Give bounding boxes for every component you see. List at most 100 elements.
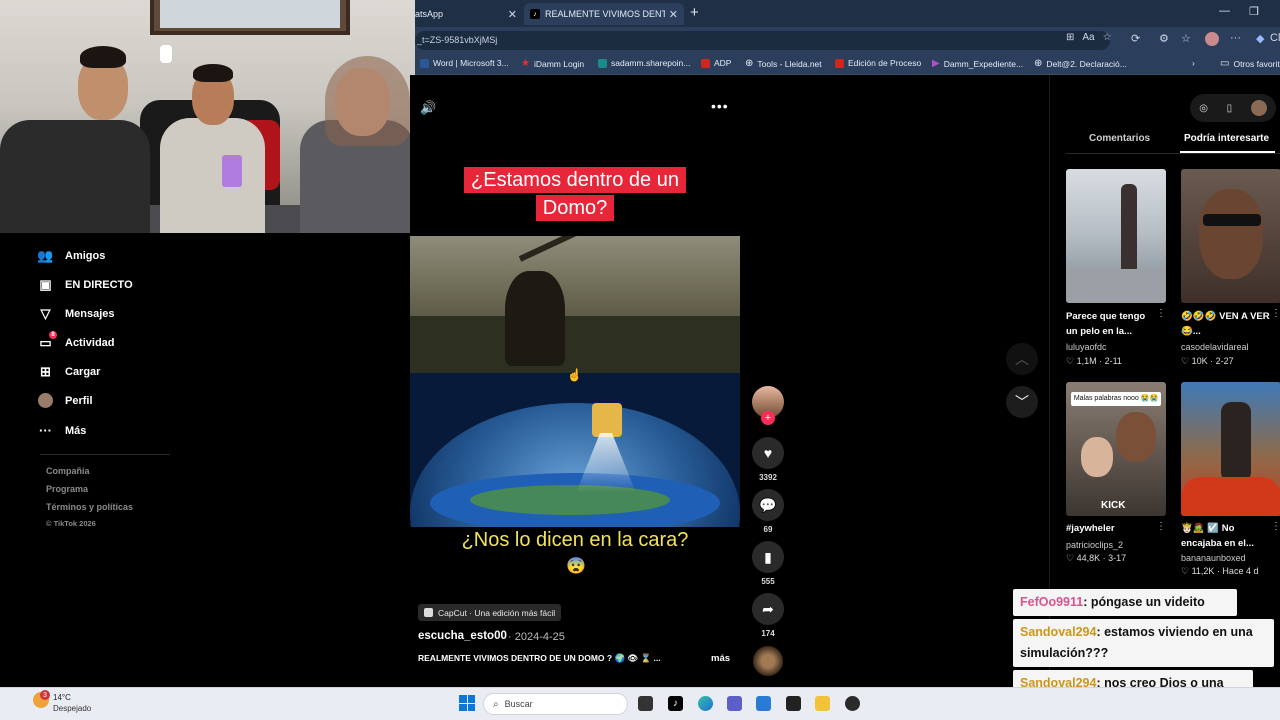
close-tab-icon[interactable]: ✕ <box>669 8 678 21</box>
sidebar-item-amigos[interactable]: 👥 Amigos <box>37 248 106 263</box>
capcut-label[interactable]: CapCut · Una edición más fácil <box>418 604 562 621</box>
address-bar[interactable]: _t=ZS-9581vbXjMSj <box>415 31 1110 50</box>
bookmark-icon[interactable]: ▮ <box>752 541 784 573</box>
minimize-icon[interactable]: — <box>1219 5 1230 17</box>
video-thumbnail[interactable] <box>1066 169 1166 303</box>
card-title[interactable]: 🤴🏻🧟 ☑️ No encajaba en el... <box>1181 521 1273 551</box>
tab-comentarios[interactable]: Comentarios <box>1089 133 1150 144</box>
footer-program-link[interactable]: Programa <box>46 484 88 494</box>
video-thumbnail[interactable]: Malas palabras nooo 😭😭 KICK <box>1066 382 1166 516</box>
maximize-icon[interactable]: ❐ <box>1249 5 1259 18</box>
sidebar-item-mas[interactable]: ··· Más <box>38 423 86 438</box>
previous-video-button[interactable]: ︿ <box>1006 343 1038 375</box>
card-likes: ♡ 1,1M · 2-11 <box>1066 356 1122 367</box>
file-explorer-icon[interactable] <box>815 696 830 711</box>
refresh-icon[interactable]: ⟳ <box>1131 32 1140 45</box>
windows-start-icon[interactable] <box>459 695 475 711</box>
card-more-icon[interactable]: ⋮ <box>1156 308 1166 319</box>
like-action[interactable]: ♥ 3392 <box>752 437 784 482</box>
sharepoint-icon <box>598 58 607 68</box>
card-user[interactable]: patricioclips_2 <box>1066 540 1123 550</box>
weather-temp: 14°C <box>53 693 71 702</box>
video-author[interactable]: escucha_esto00 <box>418 630 507 642</box>
video-frame-top <box>410 236 740 373</box>
tab-whatsapp[interactable]: atsApp ✕ <box>415 3 523 25</box>
water <box>1066 269 1166 303</box>
obs-icon[interactable] <box>845 696 860 711</box>
copilot-icon[interactable]: ◆ <box>1256 32 1264 45</box>
volume-icon[interactable]: 🔊 <box>420 100 436 116</box>
bookmark-otros[interactable]: ▭ Otros favorit <box>1220 58 1280 69</box>
bookmark-word[interactable]: Word | Microsoft 3... <box>420 58 509 68</box>
footer-company-link[interactable]: Compañía <box>46 466 90 476</box>
folder-icon: ▭ <box>1220 58 1230 69</box>
tab-tiktok[interactable]: ♪ REALMENTE VIVIMOS DENTRO DE ✕ <box>524 3 684 25</box>
bookmark-adp[interactable]: ADP <box>701 58 731 68</box>
person-silhouette <box>1221 402 1251 482</box>
music-disc-icon[interactable] <box>753 646 783 676</box>
card-user[interactable]: luluyaofdc <box>1066 342 1107 352</box>
edge-icon[interactable] <box>698 696 713 711</box>
translate-icon[interactable]: Aa <box>1082 32 1094 43</box>
share-icon[interactable]: ➦ <box>752 593 784 625</box>
more-menu-icon[interactable]: ··· <box>1230 32 1241 44</box>
heart-icon[interactable]: ♥ <box>752 437 784 469</box>
user-avatar[interactable] <box>1250 100 1267 116</box>
tiktok-app-icon[interactable]: ♪ <box>668 696 683 711</box>
sidebar-item-actividad[interactable]: ▭ 8 Actividad <box>38 331 115 350</box>
app-icon[interactable] <box>786 696 801 711</box>
tab-podria-interesarte[interactable]: Podría interesarte <box>1184 133 1269 144</box>
bookmarks-overflow-icon[interactable]: › <box>1192 58 1195 68</box>
comment-icon[interactable]: 💬 <box>752 489 784 521</box>
sidebar-item-cargar[interactable]: ⊞ Cargar <box>38 364 100 379</box>
bookmark-damm[interactable]: ▶ Damm_Expediente... <box>932 58 1023 69</box>
card-title[interactable]: 🤣🤣🤣 VEN A VER😂... <box>1181 309 1273 339</box>
extensions-icon[interactable]: ⚙ <box>1159 32 1169 45</box>
sidebar-item-label: Más <box>65 424 87 437</box>
task-view-icon[interactable] <box>638 696 653 711</box>
teams-icon[interactable] <box>727 696 742 711</box>
card-more-icon[interactable]: ⋮ <box>1271 521 1280 532</box>
footer-terms-link[interactable]: Términos y políticas <box>46 502 133 512</box>
card-more-icon[interactable]: ⋮ <box>1271 308 1280 319</box>
profile-avatar <box>38 393 53 408</box>
save-action[interactable]: ▮ 555 <box>752 541 784 586</box>
card-title[interactable]: Parece que tengo un pelo en la... <box>1066 309 1158 339</box>
sidebar-item-label: Actividad <box>65 336 115 349</box>
apps-icon[interactable]: ⊞ <box>1066 32 1074 43</box>
card-title[interactable]: #jaywheler <box>1066 521 1158 536</box>
video-thumbnail[interactable] <box>1181 169 1280 303</box>
sidebar-item-perfil[interactable]: Perfil <box>38 393 93 408</box>
bookmark-sharepoint[interactable]: sadamm.sharepoin... <box>598 58 690 68</box>
more-link[interactable]: más <box>711 653 730 664</box>
bookmark-lleida[interactable]: ⊕ Tools - Lleida.net <box>745 58 822 69</box>
close-tab-icon[interactable]: ✕ <box>508 8 517 21</box>
bookmark-edicion[interactable]: Edición de Proceso <box>835 58 921 68</box>
sidebar-item-label: Amigos <box>65 249 106 262</box>
new-tab-icon[interactable]: + <box>690 4 699 21</box>
sidebar-item-mensajes[interactable]: ▽ Mensajes <box>38 306 115 321</box>
card-more-icon[interactable]: ⋮ <box>1156 521 1166 532</box>
adp-icon <box>701 58 710 68</box>
next-video-button[interactable]: ﹀ <box>1006 386 1038 418</box>
card-user[interactable]: bananaunboxed <box>1181 553 1246 563</box>
phone-icon[interactable]: ▯ <box>1227 103 1233 114</box>
card-user[interactable]: casodelavidareal <box>1181 342 1249 352</box>
follow-plus-icon[interactable]: + <box>761 411 775 425</box>
video-thumbnail[interactable] <box>1181 382 1280 516</box>
bookmark-delta[interactable]: ⊕ Delt@2. Declaració... <box>1034 58 1127 69</box>
settings-icon[interactable]: ◎ <box>1199 103 1208 114</box>
favorites-icon[interactable]: ☆ <box>1181 32 1191 45</box>
profile-avatar[interactable] <box>1205 32 1219 46</box>
live-icon: ▣ <box>39 276 52 292</box>
video-more-options-icon[interactable]: ••• <box>711 98 729 114</box>
bookmark-idamm[interactable]: ★ iDamm Login <box>521 58 584 69</box>
sidebar-item-label: EN DIRECTO <box>65 278 133 291</box>
sidebar-item-en-directo[interactable]: ▣ EN DIRECTO <box>38 276 133 292</box>
comment-action[interactable]: 💬 69 <box>752 489 784 534</box>
store-icon[interactable] <box>756 696 771 711</box>
taskbar-search[interactable]: ⌕ Buscar <box>483 693 628 715</box>
share-action[interactable]: ➦ 174 <box>752 593 784 638</box>
favorite-star-icon[interactable]: ☆ <box>1103 32 1112 43</box>
microphone <box>222 155 242 187</box>
